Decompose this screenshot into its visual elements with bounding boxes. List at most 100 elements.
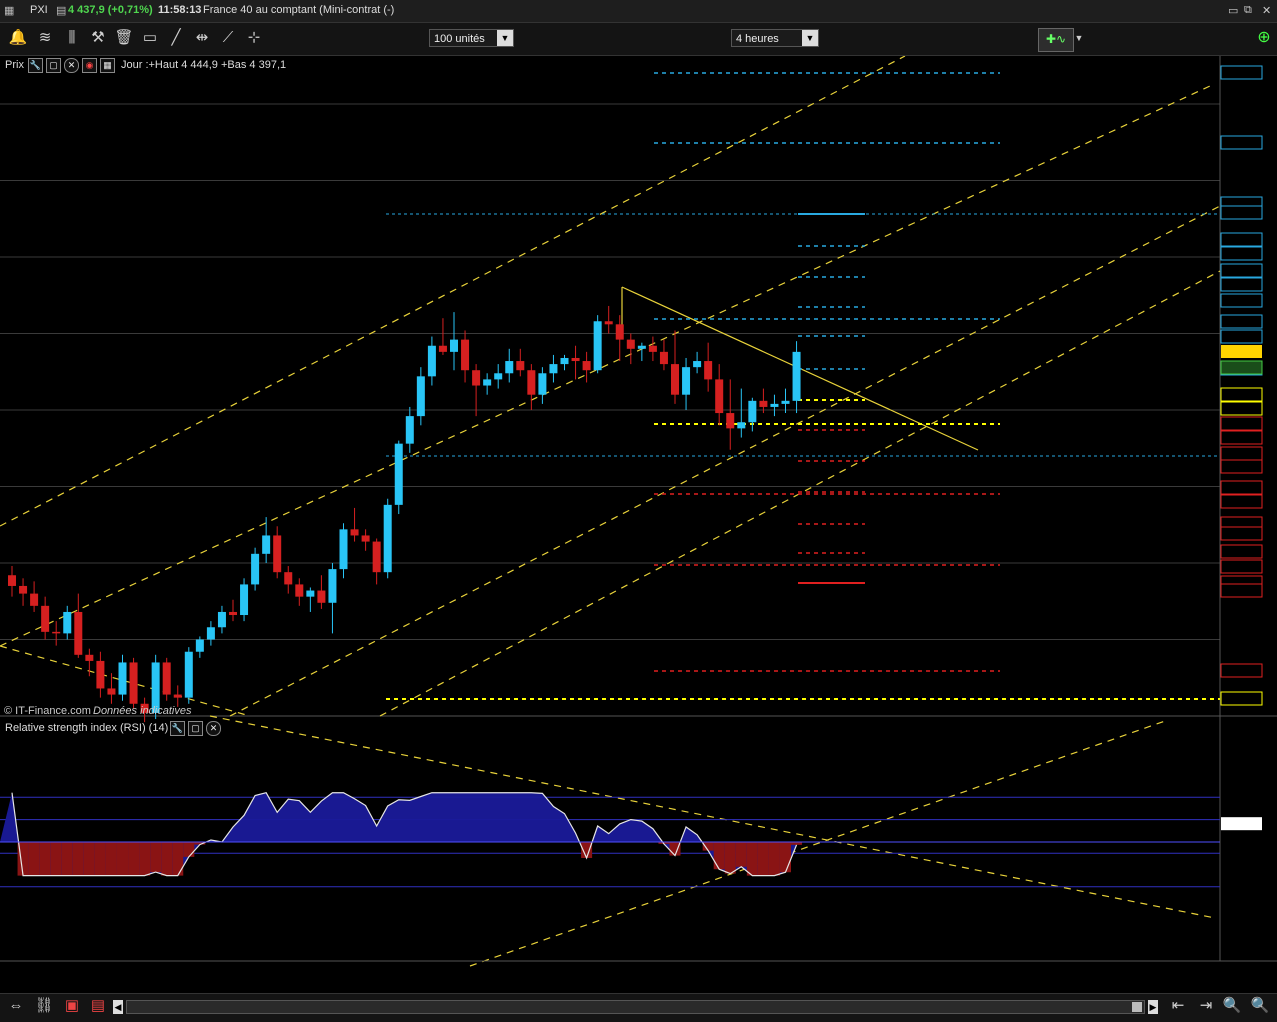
candle [748,397,757,432]
arrow-line-icon[interactable]: ⇹ [192,28,212,48]
candle-body [450,339,458,352]
candle-body [483,379,492,386]
close-icon[interactable]: ✕ [1262,4,1271,17]
candle [593,315,602,374]
candle-body [571,357,580,362]
maximize-icon[interactable]: ⧉ [1244,4,1252,17]
candle-body [604,321,613,325]
instrument-name: France 40 au comptant (Mini-contrat (-) [203,4,395,16]
rectangle-icon[interactable]: ▭ [140,28,160,48]
candle-body [173,694,182,698]
candle-body [770,403,779,407]
candle [284,566,293,594]
candle [339,523,348,579]
horizontal-scrollbar[interactable] [126,1000,1145,1014]
window-icon: ▦ [4,5,15,17]
trading-icon[interactable]: ⊕ [1254,28,1274,48]
candle-body [648,345,657,352]
candle-body [74,611,83,655]
candle-body [748,400,757,423]
candle-body [339,529,348,570]
candle-body [671,364,679,395]
candle-body [295,584,304,597]
level-box [1220,314,1263,329]
candle [273,526,282,579]
add-indicator-icon[interactable]: ✚∿ [1038,28,1074,52]
candle-body [759,400,768,407]
scroll-right-button[interactable]: ▶ [1148,1000,1158,1014]
link-icon[interactable]: ⛓ [34,996,54,1016]
candle [206,621,215,646]
candle-body [328,569,337,603]
countdown-box [1220,360,1263,375]
horizontal-line-icon[interactable]: ⊹ [244,28,264,48]
candle [184,647,193,704]
candle-body [129,662,138,704]
candle-body [217,611,226,628]
gann-fan-icon[interactable]: ⫼ [62,28,82,48]
candle [427,336,436,386]
zoom-fit-icon[interactable]: ⇔ [6,996,26,1016]
candle [96,651,105,698]
level-box [1220,446,1263,461]
scroll-thumb[interactable] [1132,1002,1142,1012]
level-box [1220,663,1263,678]
candle-body [494,373,503,380]
alert-bell-icon[interactable]: 🔔 [8,28,28,48]
candle-body [195,639,204,652]
candle-body [416,376,425,417]
candle [129,657,138,709]
candle-body [8,575,16,586]
candle-body [107,688,116,695]
scroll-left-button[interactable]: ◀ [113,1000,123,1014]
candle [472,364,481,417]
candle-body [682,367,691,395]
candle [538,367,547,404]
symbol-label: PXI [30,4,48,16]
candle-body [19,585,28,594]
candle [715,364,724,426]
chevron-down-icon[interactable]: ▼ [1074,28,1084,48]
line-icon[interactable]: ╱ [166,28,186,48]
candle-body [394,443,403,505]
candle [604,305,613,334]
candle-body [715,379,724,414]
candle-body [63,611,72,634]
candle-body [792,351,801,401]
candle-body [405,416,414,444]
trend-line-icon[interactable]: ⟋ [218,28,238,48]
level-box [1220,277,1263,292]
candles [8,305,801,723]
fit-left-icon[interactable]: ⇤ [1168,996,1188,1016]
candle [394,440,403,515]
candle [229,599,237,622]
candle-body [637,345,646,349]
quantity-select[interactable]: 100 unités ▼ [429,29,514,47]
candle-body [361,535,370,542]
zoom-out-icon[interactable]: 🔍 [1222,996,1242,1016]
zoom-in-icon[interactable]: 🔍 [1250,996,1270,1016]
candle [726,379,735,450]
tools-icon[interactable]: ⚒ [88,28,108,48]
fibonacci-icon[interactable]: ≋ [35,28,55,48]
level-box [1220,135,1263,150]
fit-right-icon[interactable]: ⇥ [1196,996,1216,1016]
candle [770,394,779,417]
template-icon[interactable]: ▤ [88,996,108,1016]
watermark-note: Données indicatives [93,705,192,717]
candle-body [461,339,470,371]
candle [63,605,72,640]
candle [704,342,713,392]
candle [527,364,536,410]
chart-area[interactable]: © IT-Finance.com Données indicatives [0,56,1277,993]
minimize-icon[interactable]: ▭ [1228,4,1238,17]
candle-body [306,590,315,597]
chart-type-icon[interactable]: ▣ [62,996,82,1016]
candle-body [229,611,237,616]
timeframe-select[interactable]: 4 heures ▼ [731,29,819,47]
candle [438,318,447,355]
candle [693,351,702,374]
trash-icon[interactable]: 🗑 [114,28,134,48]
rsi-plot [0,792,1220,888]
rsi-axis [1221,817,1262,831]
